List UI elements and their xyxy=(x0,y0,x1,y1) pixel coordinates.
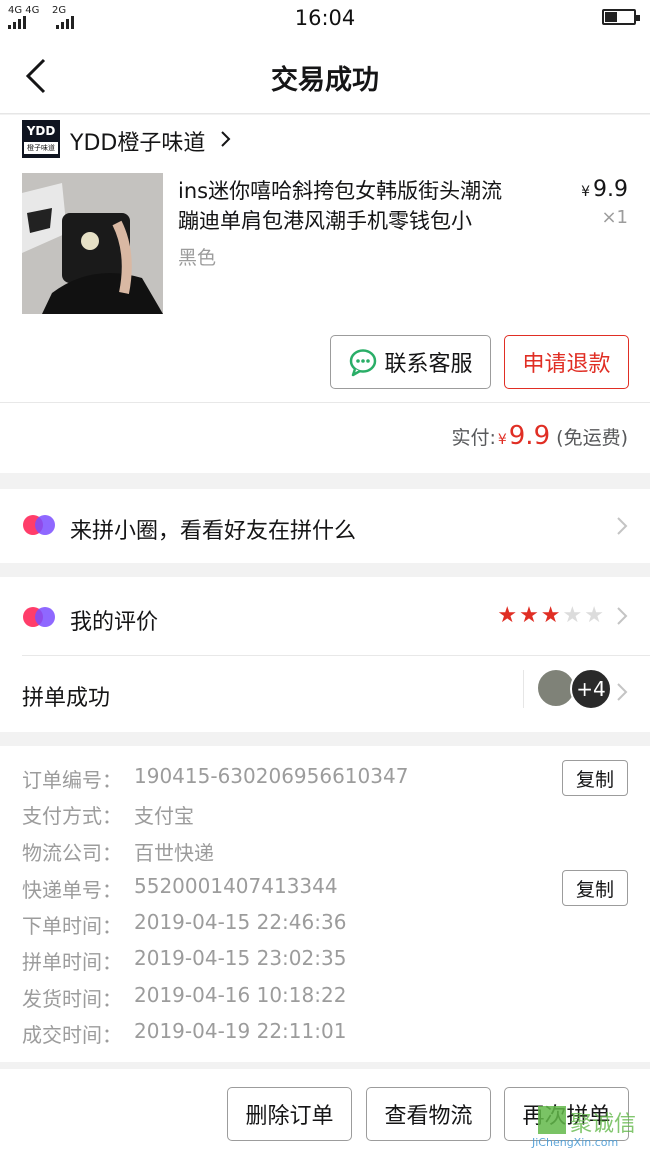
payment-method-label: 支付方式： xyxy=(22,804,122,828)
my-review-text: 我的评价 xyxy=(70,610,159,635)
star-empty-icon: ★ xyxy=(562,603,583,628)
product-image[interactable] xyxy=(22,173,163,314)
tracking-number-label: 快递单号： xyxy=(22,878,122,902)
order-time-value: 2019-04-15 22:46:36 xyxy=(134,910,347,934)
star-filled-icon: ★ xyxy=(540,603,561,628)
ship-time-label: 发货时间： xyxy=(22,987,122,1011)
page-title: 交易成功 xyxy=(271,65,379,96)
order-number-label: 订单编号： xyxy=(22,768,122,792)
vertical-divider xyxy=(523,670,524,708)
chat-bubble-icon xyxy=(350,349,377,377)
contact-service-button[interactable]: 联系客服 xyxy=(330,335,491,389)
group-avatars[interactable]: +4 xyxy=(536,668,612,710)
deal-time-value: 2019-04-19 22:11:01 xyxy=(134,1019,347,1043)
shop-logo[interactable]: YDD 橙子味道 xyxy=(22,120,60,158)
logistics-company-value: 百世快递 xyxy=(134,841,214,865)
payment-method-value: 支付宝 xyxy=(134,804,194,828)
watermark-logo-icon xyxy=(538,1106,566,1134)
avatar-more-count: +4 xyxy=(570,668,612,710)
order-product-card: YDD 橙子味道 YDD橙子味道 ins迷你嘻哈斜挎包女韩版街头潮流 蹦迪单肩包… xyxy=(0,115,650,473)
navigation-bar: 交易成功 xyxy=(0,38,650,114)
group-success-row[interactable]: 拼单成功 +4 xyxy=(0,656,650,732)
review-group-card: 我的评价 ★ ★ ★ ★ ★ 拼单成功 +4 xyxy=(0,577,650,732)
request-refund-button[interactable]: 申请退款 xyxy=(504,335,629,389)
clock: 16:04 xyxy=(294,6,356,30)
product-title-line-2[interactable]: 蹦迪单肩包港风潮手机零钱包小 xyxy=(178,205,472,235)
order-info-card: 订单编号： 190415-630206956610347 复制 支付方式： 支付… xyxy=(0,746,650,1062)
star-filled-icon: ★ xyxy=(497,603,518,628)
view-logistics-button[interactable]: 查看物流 xyxy=(366,1087,491,1141)
paid-amount: 实付: ¥9.9 (免运费) xyxy=(451,421,628,451)
star-rating: ★ ★ ★ ★ ★ xyxy=(497,605,604,627)
product-price: ¥9.9 xyxy=(581,177,628,202)
tracking-number-value: 5520001407413344 xyxy=(134,874,338,898)
friends-circle-row[interactable]: 来拼小圈，看看好友在拼什么 xyxy=(0,489,650,563)
product-title-line-1[interactable]: ins迷你嘻哈斜挎包女韩版街头潮流 xyxy=(178,175,502,205)
contact-service-label: 联系客服 xyxy=(384,352,473,377)
order-time-label: 下单时间： xyxy=(22,914,122,938)
ship-time-value: 2019-04-16 10:18:22 xyxy=(134,983,347,1007)
chevron-right-icon[interactable] xyxy=(616,516,628,536)
group-success-text: 拼单成功 xyxy=(22,686,111,711)
order-number-value: 190415-630206956610347 xyxy=(134,764,409,788)
group-circles-icon xyxy=(23,607,55,627)
status-bar: 4G 4G 2G 16:04 xyxy=(0,0,650,38)
divider xyxy=(0,402,650,403)
star-filled-icon: ★ xyxy=(519,603,539,628)
chevron-right-icon[interactable] xyxy=(616,606,628,626)
delete-order-button[interactable]: 删除订单 xyxy=(227,1087,352,1141)
site-watermark: 聚诚信 JiChengXin.com xyxy=(526,1104,646,1155)
shop-name[interactable]: YDD橙子味道 xyxy=(70,125,205,157)
copy-order-number-button[interactable]: 复制 xyxy=(562,760,628,796)
chevron-right-icon[interactable] xyxy=(220,129,232,149)
group-circles-icon xyxy=(23,515,55,535)
group-time-label: 拼单时间： xyxy=(22,950,122,974)
friends-circle-text: 来拼小圈，看看好友在拼什么 xyxy=(70,519,357,544)
chevron-right-icon[interactable] xyxy=(616,682,628,702)
group-time-value: 2019-04-15 23:02:35 xyxy=(134,946,347,970)
logistics-company-label: 物流公司： xyxy=(22,841,122,865)
battery-icon xyxy=(602,9,640,25)
copy-tracking-number-button[interactable]: 复制 xyxy=(562,870,628,906)
my-review-row[interactable]: 我的评价 ★ ★ ★ ★ ★ xyxy=(0,577,650,655)
star-empty-icon: ★ xyxy=(584,603,604,628)
deal-time-label: 成交时间： xyxy=(22,1023,122,1047)
product-spec: 黑色 xyxy=(178,247,217,269)
product-quantity: ×1 xyxy=(601,207,628,228)
